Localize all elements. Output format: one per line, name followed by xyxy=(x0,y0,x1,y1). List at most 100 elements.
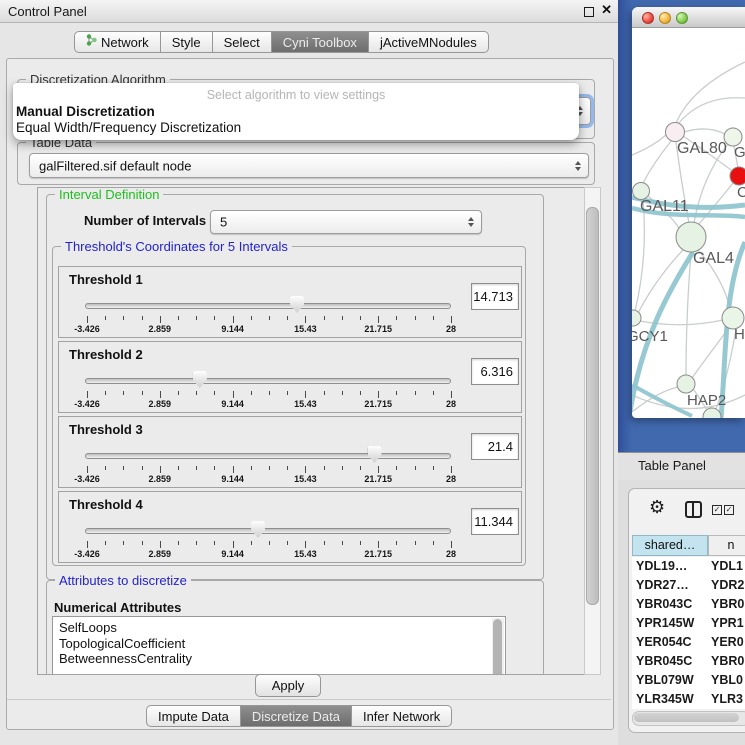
cell-shared-name: YBR045C xyxy=(636,654,692,668)
tick-mark xyxy=(451,391,452,398)
column-header-shared-name[interactable]: shared… xyxy=(632,535,708,556)
tick-mark xyxy=(178,316,179,320)
table-data-combobox[interactable]: galFiltered.sif default node xyxy=(29,153,589,178)
slider-thumb[interactable] xyxy=(368,446,382,463)
tab-jactivemnodules[interactable]: jActiveMNodules xyxy=(369,31,489,53)
slider-track[interactable] xyxy=(85,378,451,384)
tab-label: jActiveMNodules xyxy=(380,32,477,53)
slider-track[interactable] xyxy=(85,303,451,309)
node-table[interactable]: YDL19…YDL1YDR27…YDR2YBR043CYBR0YPR145WYP… xyxy=(632,557,745,709)
slider-track[interactable] xyxy=(85,453,451,459)
threshold-value-field[interactable]: 6.316 xyxy=(471,358,519,385)
table-row[interactable]: YPR145WYPR1 xyxy=(632,614,745,633)
network-edge[interactable] xyxy=(632,135,666,155)
table-row[interactable]: YLR345WYLR3 xyxy=(632,690,745,709)
tick-mark xyxy=(433,466,434,470)
numerical-attributes-list[interactable]: SelfLoopsTopologicalCoefficientBetweenne… xyxy=(52,616,506,675)
zoom-traffic-light-icon[interactable] xyxy=(676,12,688,24)
column-header-name[interactable]: n xyxy=(708,535,745,556)
network-edge[interactable] xyxy=(678,98,745,124)
tick-label: -3.426 xyxy=(74,324,100,334)
close-traffic-light-icon[interactable] xyxy=(642,12,654,24)
table-row[interactable]: YDL19…YDL1 xyxy=(632,557,745,576)
threshold-1-slider[interactable]: -3.4262.8599.14415.4321.71528 xyxy=(85,295,451,335)
table-row[interactable]: YBL079WYBL0 xyxy=(632,671,745,690)
tick-mark xyxy=(269,466,270,470)
checkbox-icon[interactable]: ✓ xyxy=(712,505,722,515)
network-edge[interactable] xyxy=(686,252,691,375)
table-row[interactable]: YBR045CYBR0 xyxy=(632,652,745,671)
network-node[interactable] xyxy=(633,183,650,200)
threshold-value-field[interactable]: 21.4 xyxy=(471,433,519,460)
network-window-titlebar[interactable] xyxy=(632,7,745,28)
threshold-value-field[interactable]: 14.713 xyxy=(471,283,519,310)
table-panel-title: Table Panel xyxy=(638,458,706,473)
tick-mark xyxy=(378,391,379,398)
tick-label: 28 xyxy=(446,399,456,409)
attribute-item-selfloops[interactable]: SelfLoops xyxy=(53,620,505,636)
tick-mark xyxy=(342,541,343,545)
network-edge[interactable] xyxy=(684,129,725,134)
network-node[interactable] xyxy=(632,310,641,326)
algorithm-option-equal-width-frequency-discretization[interactable]: Equal Width/Frequency Discretization xyxy=(16,120,241,135)
network-canvas[interactable]: GAL80GACGAL11GAL4GCY1HHAP2 xyxy=(632,27,745,418)
tick-mark xyxy=(251,316,252,320)
threshold-value-field[interactable]: 11.344 xyxy=(471,508,519,535)
algorithm-option-manual-discretization[interactable]: Manual Discretization xyxy=(16,104,155,119)
list-scrollbar-thumb[interactable] xyxy=(493,619,502,675)
checkbox-icon[interactable]: ✓ xyxy=(724,505,734,515)
tab-select[interactable]: Select xyxy=(213,31,272,53)
threshold-4-box: Threshold 4-3.4262.8599.14415.4321.71528… xyxy=(58,491,522,563)
table-row[interactable]: YBR043CYBR0 xyxy=(632,595,745,614)
group-title: Attributes to discretize xyxy=(55,573,191,588)
close-icon[interactable]: ✕ xyxy=(601,2,612,18)
cell-shared-name: YDR27… xyxy=(636,578,689,592)
tab-cyni-toolbox[interactable]: Cyni Toolbox xyxy=(272,31,369,53)
tick-mark xyxy=(305,316,306,323)
tab-network[interactable]: Network xyxy=(74,31,161,53)
tab-discretize-data[interactable]: Discretize Data xyxy=(241,705,352,727)
tick-mark xyxy=(324,541,325,545)
threshold-2-slider[interactable]: -3.4262.8599.14415.4321.71528 xyxy=(85,370,451,410)
network-node[interactable] xyxy=(676,222,706,252)
list-scrollbar[interactable] xyxy=(492,618,504,675)
network-node[interactable] xyxy=(677,375,695,393)
table-row[interactable]: YDR27…YDR2 xyxy=(632,576,745,595)
float-panel-icon[interactable] xyxy=(584,7,594,17)
panel-scrollbar-thumb[interactable] xyxy=(586,207,599,605)
tab-label: Network xyxy=(101,32,149,53)
top-tab-bar: Network Style Select Cyni Toolbox jActiveMNo… xyxy=(74,31,489,53)
threshold-label: Threshold 2 xyxy=(69,347,143,362)
network-edge[interactable] xyxy=(676,62,745,123)
network-node[interactable] xyxy=(730,167,745,185)
slider-thumb[interactable] xyxy=(193,371,207,388)
slider-thumb[interactable] xyxy=(290,296,304,313)
panel-scrollbar[interactable] xyxy=(584,187,601,675)
network-edge[interactable] xyxy=(635,199,644,311)
column-layout-icon[interactable] xyxy=(685,501,702,518)
gear-icon[interactable]: ⚙ xyxy=(649,498,665,516)
tab-label: Select xyxy=(224,32,260,53)
tab-style[interactable]: Style xyxy=(161,31,213,53)
tick-mark xyxy=(396,541,397,545)
tick-mark xyxy=(305,391,306,398)
number-of-intervals-combobox[interactable]: 5 xyxy=(210,210,482,234)
slider-track[interactable] xyxy=(85,528,451,534)
table-horizontal-scrollbar-thumb[interactable] xyxy=(634,713,739,722)
table-horizontal-scrollbar[interactable] xyxy=(632,711,745,726)
attribute-item-topologicalcoefficient[interactable]: TopologicalCoefficient xyxy=(53,636,505,652)
slider-thumb[interactable] xyxy=(251,521,265,538)
apply-button[interactable]: Apply xyxy=(255,674,321,697)
threshold-3-slider[interactable]: -3.4262.8599.14415.4321.71528 xyxy=(85,445,451,485)
table-row[interactable]: YER054CYER0 xyxy=(632,633,745,652)
tab-impute-data[interactable]: Impute Data xyxy=(146,705,241,727)
attribute-item-betweennesscentrality[interactable]: BetweennessCentrality xyxy=(53,651,505,667)
network-node[interactable] xyxy=(666,123,685,142)
threshold-4-slider[interactable]: -3.4262.8599.14415.4321.71528 xyxy=(85,520,451,560)
network-node[interactable] xyxy=(703,408,721,418)
tick-label: 2.859 xyxy=(149,549,172,559)
tick-mark xyxy=(233,391,234,398)
minimize-traffic-light-icon[interactable] xyxy=(659,12,671,24)
network-edge[interactable] xyxy=(643,140,672,183)
tab-infer-network[interactable]: Infer Network xyxy=(352,705,452,727)
